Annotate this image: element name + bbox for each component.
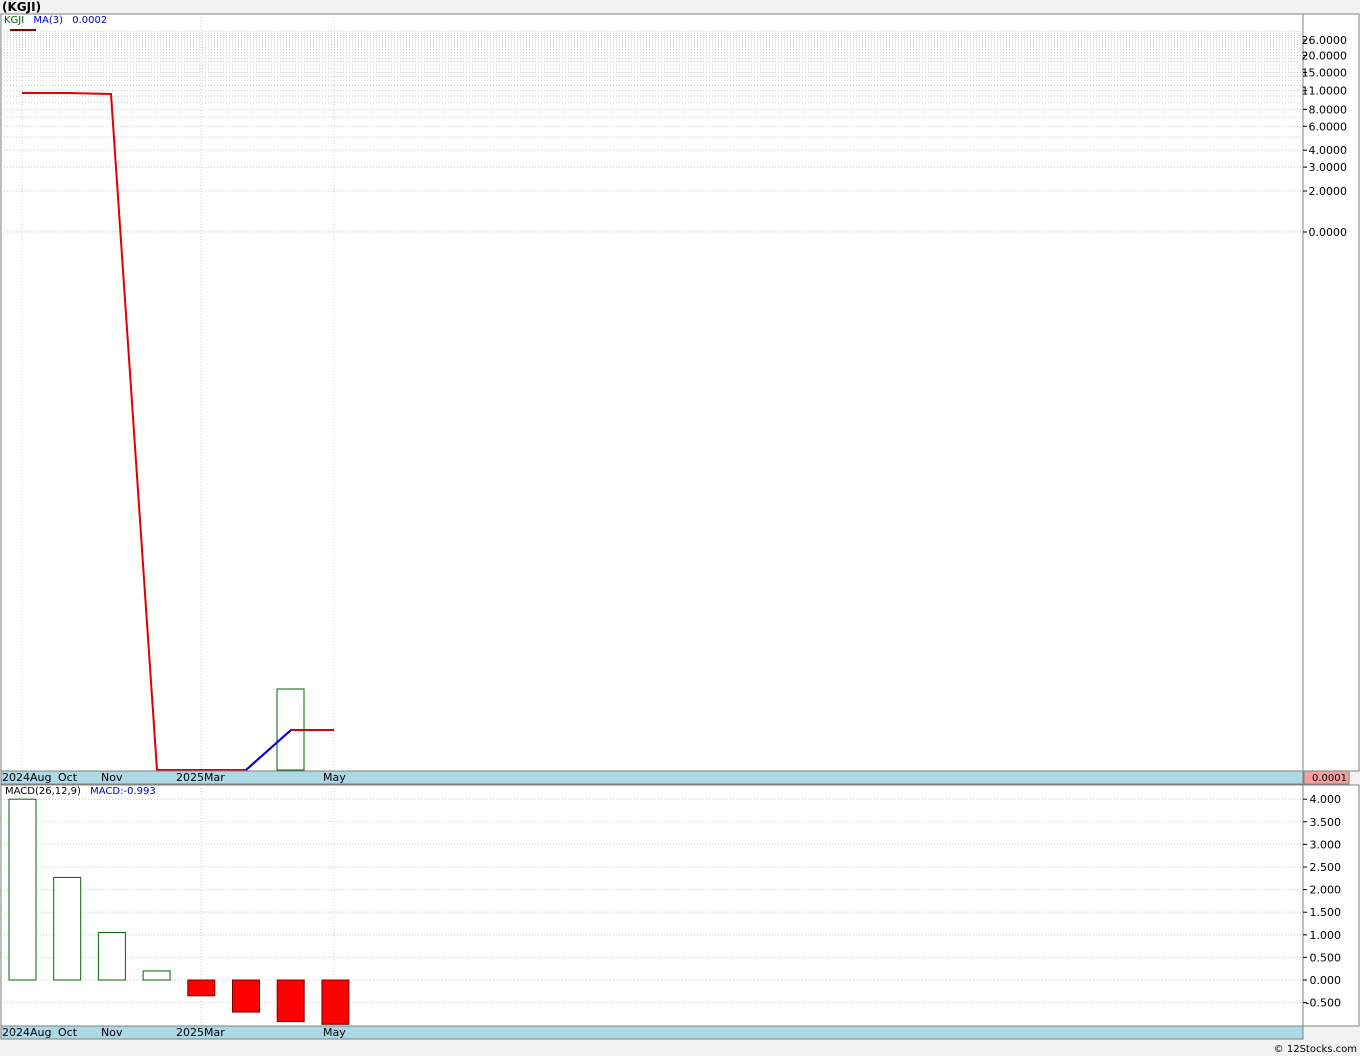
legend-ma-value: 0.0002: [72, 15, 108, 26]
x-axis-label: Nov: [101, 1026, 123, 1039]
price-tick-label: 4.0000: [1309, 144, 1348, 157]
macd-tick-label: 0.000: [1310, 974, 1342, 987]
macd-tick-label: 4.000: [1310, 793, 1342, 806]
x-axis-label: 2025Mar: [176, 771, 225, 784]
macd-legend: MACD(26,12,9) MACD:-0.993: [5, 786, 156, 797]
macd-bar: [53, 876, 82, 981]
x-axis-label: May: [323, 771, 346, 784]
x-axis-label: May: [323, 1026, 346, 1039]
price-tick-label: 20.0000: [1302, 49, 1348, 62]
macd-tick-label: 3.500: [1310, 816, 1342, 829]
legend-symbol: KGJI: [4, 15, 25, 26]
macd-bar: [142, 970, 171, 981]
x-axis-label: 2024Aug: [2, 771, 51, 784]
price-tick-label: 8.0000: [1309, 103, 1348, 116]
macd-legend-label: MACD(26,12,9): [5, 786, 81, 797]
x-axis-label: Oct: [58, 771, 78, 784]
macd-tick-label: 1.000: [1310, 929, 1342, 942]
macd-tick-label: 1.500: [1310, 906, 1342, 919]
macd-tick-label: 0.500: [1310, 951, 1342, 964]
copyright: © 12Stocks.com: [1273, 1044, 1357, 1055]
price-tick-label: 2.0000: [1309, 185, 1348, 198]
macd-bar: [187, 979, 216, 997]
x-axis-label: 2024Aug: [2, 1026, 51, 1039]
macd-legend-value: MACD:-0.993: [90, 786, 156, 797]
macd-tick-label: 2.500: [1310, 861, 1342, 874]
price-panel: [0, 13, 1304, 772]
price-legend: KGJI MA(3) 0.0002: [4, 15, 107, 26]
macd-tick-label: -0.500: [1306, 997, 1341, 1010]
price-tick-label: 6.0000: [1309, 120, 1348, 133]
last-value-label: 0.0001: [1312, 773, 1347, 784]
price-tick-label: 0.0000: [1309, 226, 1348, 239]
chart-canvas: 26.0000 20.0000 15.0000 11.0000 8.0000 6.0000…: [0, 13, 1360, 1040]
x-axis-label: 2025Mar: [176, 1026, 225, 1039]
macd-bar: [232, 979, 260, 1013]
macd-tick-label: 3.000: [1310, 838, 1342, 851]
macd-bar: [321, 979, 350, 1025]
x-axis-label: Oct: [58, 1026, 78, 1039]
price-tick-label: 26.0000: [1302, 34, 1348, 47]
price-tick-label: 3.0000: [1309, 161, 1348, 174]
price-tick-label: 11.0000: [1302, 85, 1348, 98]
price-tick-label: 15.0000: [1302, 66, 1348, 79]
legend-ma-label: MA(3): [33, 15, 64, 26]
macd-bar: [97, 932, 126, 981]
x-axis-label: Nov: [101, 771, 123, 784]
macd-bar: [8, 798, 37, 981]
macd-tick-label: 2.000: [1310, 884, 1342, 897]
macd-bar: [276, 979, 305, 1023]
legend-line-swatch: [10, 29, 36, 31]
